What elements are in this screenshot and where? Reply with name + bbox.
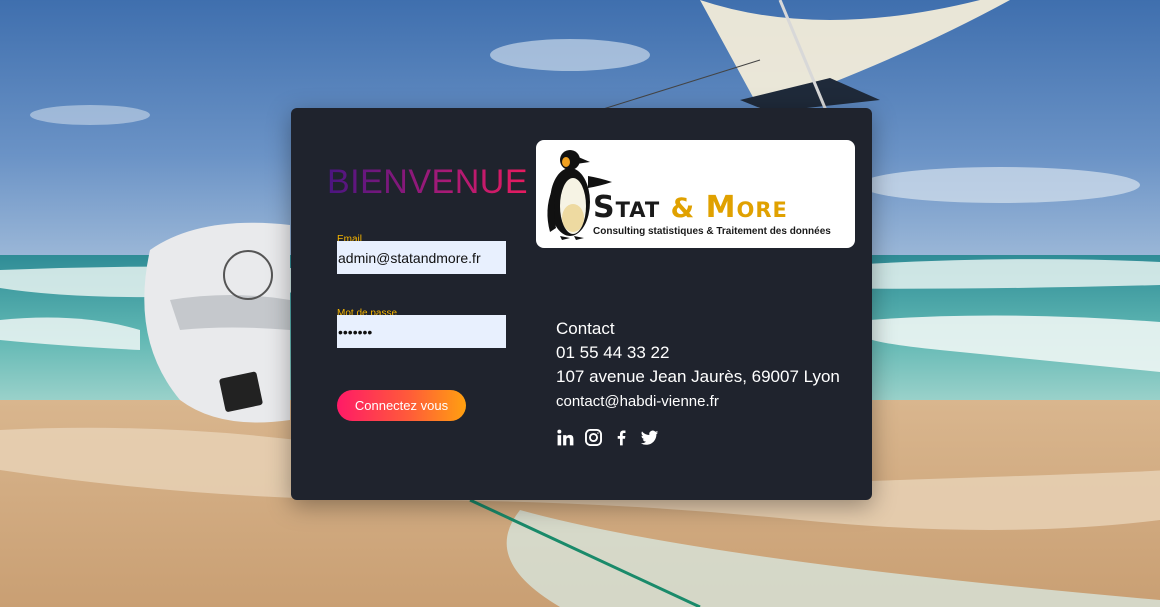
contact-heading: Contact: [556, 319, 615, 338]
twitter-icon[interactable]: [640, 428, 659, 447]
facebook-icon[interactable]: [612, 428, 631, 447]
logo-title: Stat & More: [593, 190, 788, 225]
linkedin-icon[interactable]: [556, 428, 575, 447]
password-field[interactable]: [337, 315, 506, 348]
company-logo: Stat & More Consulting statistiques & Tr…: [536, 140, 855, 248]
login-button[interactable]: Connectez vous: [337, 390, 466, 421]
login-card: BIENVENUE Email Mot de passe Connectez v…: [291, 108, 872, 500]
email-field[interactable]: [337, 241, 506, 274]
contact-email: contact@habdi-vienne.fr: [556, 393, 719, 410]
logo-subtitle: Consulting statistiques & Traitement des…: [593, 226, 831, 237]
instagram-icon[interactable]: [584, 428, 603, 447]
welcome-title: BIENVENUE: [327, 163, 528, 201]
social-links: [556, 428, 659, 447]
contact-address: 107 avenue Jean Jaurès, 69007 Lyon: [556, 367, 840, 386]
contact-phone: 01 55 44 33 22: [556, 343, 670, 362]
